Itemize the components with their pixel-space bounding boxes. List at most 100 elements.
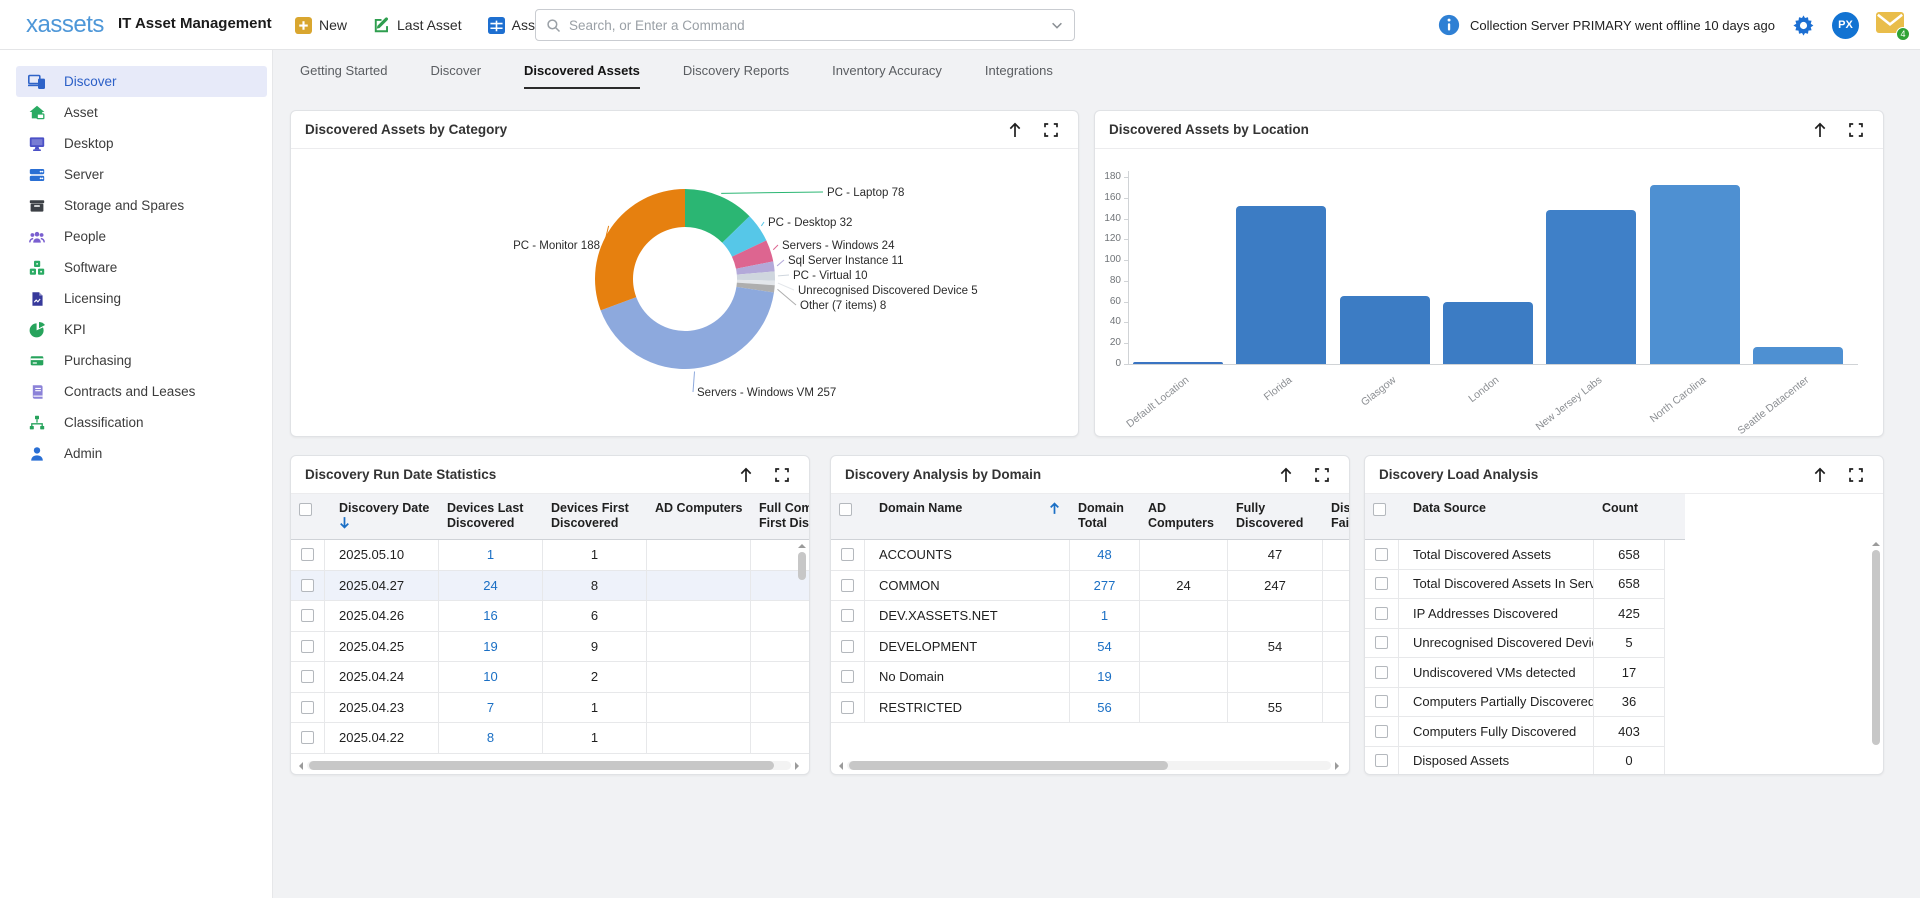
bar-north-carolina[interactable] xyxy=(1650,185,1740,364)
export-up-icon[interactable] xyxy=(739,467,753,483)
scroll-left-arrow[interactable] xyxy=(839,762,843,770)
vertical-scrollbar[interactable] xyxy=(1871,542,1880,767)
row-checkbox[interactable] xyxy=(301,670,314,683)
table-row[interactable]: ACCOUNTS4847 xyxy=(831,540,1349,571)
table-row[interactable]: 2025.04.2281 xyxy=(291,723,809,754)
table-cell-link[interactable]: 1 xyxy=(1070,601,1140,631)
table-row[interactable]: 2025.04.27248 xyxy=(291,571,809,602)
table-cell-link[interactable]: 48 xyxy=(1070,540,1140,570)
sidebar-item-contracts-and-leases[interactable]: Contracts and Leases xyxy=(16,376,267,407)
sidebar-item-purchasing[interactable]: Purchasing xyxy=(16,345,267,376)
table-row[interactable]: Total Discovered Assets In Service658 xyxy=(1365,570,1665,600)
quick-action-new[interactable]: New xyxy=(295,17,347,34)
bar-glasgow[interactable] xyxy=(1340,296,1430,364)
select-all-checkbox[interactable] xyxy=(839,503,852,516)
tab-integrations[interactable]: Integrations xyxy=(985,63,1053,89)
export-up-icon[interactable] xyxy=(1813,467,1827,483)
user-avatar[interactable]: PX xyxy=(1832,12,1859,39)
row-checkbox[interactable] xyxy=(301,701,314,714)
table-cell-link[interactable]: 1 xyxy=(439,540,543,570)
row-checkbox[interactable] xyxy=(301,579,314,592)
sidebar-item-desktop[interactable]: Desktop xyxy=(16,128,267,159)
sidebar-item-admin[interactable]: Admin xyxy=(16,438,267,469)
table-row[interactable]: 2025.04.26166 xyxy=(291,601,809,632)
expand-icon[interactable] xyxy=(1044,123,1058,137)
notification-banner[interactable]: Collection Server PRIMARY went offline 1… xyxy=(1438,14,1775,36)
table-cell-link[interactable]: 56 xyxy=(1070,693,1140,723)
table-row[interactable]: DEV.XASSETS.NET1 xyxy=(831,601,1349,632)
scroll-up-arrow[interactable] xyxy=(1872,542,1880,546)
row-checkbox[interactable] xyxy=(1375,754,1388,767)
tab-inventory-accuracy[interactable]: Inventory Accuracy xyxy=(832,63,942,89)
sidebar-item-server[interactable]: Server xyxy=(16,159,267,190)
table-row[interactable]: DEVELOPMENT5454 xyxy=(831,632,1349,663)
column-header-discovery-date[interactable]: Discovery Date xyxy=(325,494,439,539)
vertical-scrollbar[interactable] xyxy=(797,544,806,664)
table-cell-link[interactable]: 24 xyxy=(439,571,543,601)
sidebar-item-asset[interactable]: Asset xyxy=(16,97,267,128)
table-row[interactable]: Undiscovered VMs detected17 xyxy=(1365,658,1665,688)
row-checkbox[interactable] xyxy=(1375,725,1388,738)
row-checkbox[interactable] xyxy=(841,640,854,653)
scroll-up-arrow[interactable] xyxy=(798,544,806,548)
row-checkbox[interactable] xyxy=(301,548,314,561)
column-header-data-source[interactable]: Data Source xyxy=(1399,494,1594,539)
row-checkbox[interactable] xyxy=(301,609,314,622)
table-row[interactable]: COMMON27724247 xyxy=(831,571,1349,602)
bar-new-jersey-labs[interactable] xyxy=(1546,210,1636,364)
quick-action-last-asset[interactable]: Last Asset xyxy=(373,17,462,34)
sidebar-item-kpi[interactable]: KPI xyxy=(16,314,267,345)
row-checkbox[interactable] xyxy=(1375,548,1388,561)
row-checkbox[interactable] xyxy=(841,609,854,622)
expand-icon[interactable] xyxy=(1849,123,1863,137)
table-cell-link[interactable]: 19 xyxy=(439,632,543,662)
table-cell-link[interactable]: 54 xyxy=(1070,632,1140,662)
table-cell-link[interactable]: 8 xyxy=(439,723,543,753)
table-row[interactable]: Unrecognised Discovered Devices5 xyxy=(1365,629,1665,659)
table-row[interactable]: 2025.05.1011 xyxy=(291,540,809,571)
table-row[interactable]: Total Discovered Assets658 xyxy=(1365,540,1665,570)
bar-default-location[interactable] xyxy=(1133,362,1223,364)
column-header-dis[interactable]: DisFail xyxy=(1323,494,1349,539)
row-checkbox[interactable] xyxy=(1375,666,1388,679)
table-row[interactable]: 2025.04.24102 xyxy=(291,662,809,693)
column-header-devices-last[interactable]: Devices LastDiscovered xyxy=(439,494,543,539)
row-checkbox[interactable] xyxy=(301,640,314,653)
row-checkbox[interactable] xyxy=(841,579,854,592)
select-all-checkbox[interactable] xyxy=(1373,503,1386,516)
row-checkbox[interactable] xyxy=(841,548,854,561)
row-checkbox[interactable] xyxy=(1375,695,1388,708)
tab-discovered-assets[interactable]: Discovered Assets xyxy=(524,63,640,89)
table-row[interactable]: Computers Partially Discovered36 xyxy=(1365,688,1665,718)
scroll-left-arrow[interactable] xyxy=(299,762,303,770)
donut-slice-pc-monitor[interactable] xyxy=(595,189,685,310)
chevron-down-icon[interactable] xyxy=(1050,18,1064,32)
export-up-icon[interactable] xyxy=(1279,467,1293,483)
row-checkbox[interactable] xyxy=(841,670,854,683)
row-checkbox[interactable] xyxy=(1375,607,1388,620)
column-header-domain-name[interactable]: Domain Name xyxy=(865,494,1070,539)
sidebar-item-classification[interactable]: Classification xyxy=(16,407,267,438)
table-row[interactable]: 2025.04.25199 xyxy=(291,632,809,663)
column-header-full-comp[interactable]: Full CompFirst Disc xyxy=(751,494,809,539)
row-checkbox[interactable] xyxy=(1375,577,1388,590)
bar-london[interactable] xyxy=(1443,302,1533,364)
table-row[interactable]: IP Addresses Discovered425 xyxy=(1365,599,1665,629)
table-cell-link[interactable]: 7 xyxy=(439,693,543,723)
column-header-fully[interactable]: FullyDiscovered xyxy=(1228,494,1323,539)
table-cell-link[interactable]: 16 xyxy=(439,601,543,631)
expand-icon[interactable] xyxy=(1315,468,1329,482)
search-input[interactable] xyxy=(569,18,1050,33)
table-cell-link[interactable]: 10 xyxy=(439,662,543,692)
bar-florida[interactable] xyxy=(1236,206,1326,364)
sidebar-item-people[interactable]: People xyxy=(16,221,267,252)
export-up-icon[interactable] xyxy=(1813,122,1827,138)
horizontal-scrollbar[interactable] xyxy=(299,760,799,771)
expand-icon[interactable] xyxy=(1849,468,1863,482)
mail-button[interactable]: 4 xyxy=(1876,12,1906,38)
row-checkbox[interactable] xyxy=(1375,636,1388,649)
scroll-right-arrow[interactable] xyxy=(795,762,799,770)
command-search[interactable] xyxy=(535,9,1075,41)
row-checkbox[interactable] xyxy=(841,701,854,714)
column-header-devices-first[interactable]: Devices FirstDiscovered xyxy=(543,494,647,539)
